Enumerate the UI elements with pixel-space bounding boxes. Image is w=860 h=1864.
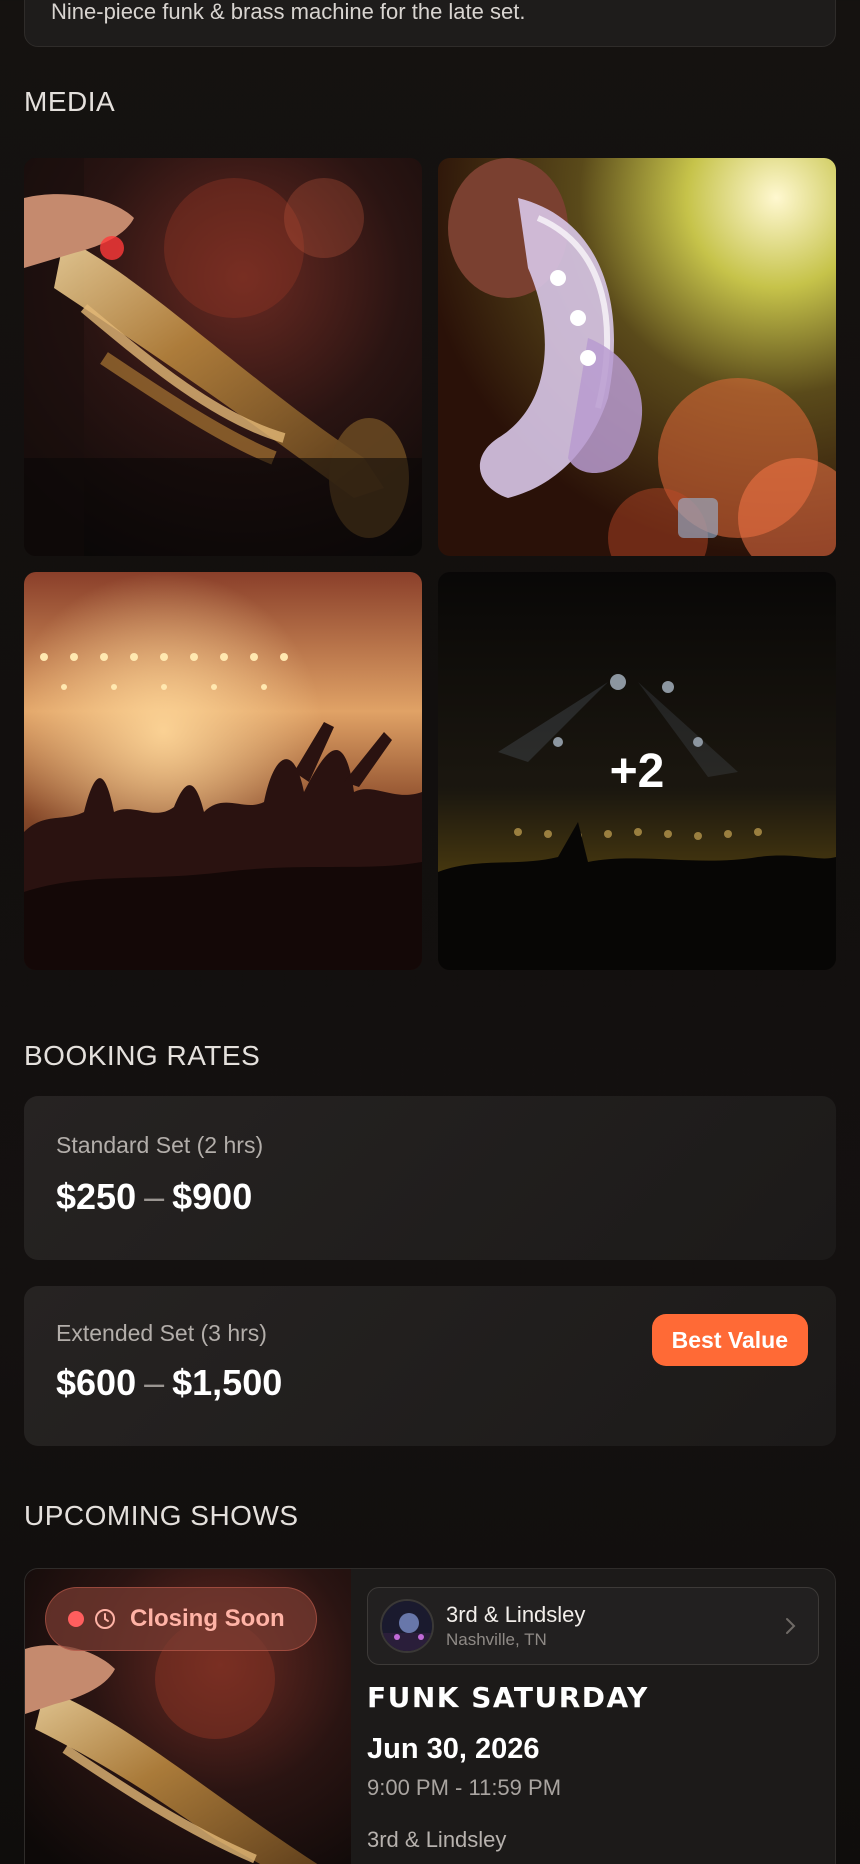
- rate-separator: –: [144, 1362, 165, 1403]
- media-tile-trumpet[interactable]: [24, 158, 422, 556]
- bio-text: Nine-piece funk & brass machine for the …: [51, 0, 526, 24]
- shows-section-title: UPCOMING SHOWS: [24, 1500, 299, 1531]
- rate-name: Standard Set (2 hrs): [56, 1132, 264, 1158]
- venue-link[interactable]: 3rd & Lindsley Nashville, TN: [367, 1587, 819, 1665]
- bio-card: Nine-piece funk & brass machine for the …: [24, 0, 836, 47]
- booking-section-title: BOOKING RATES: [24, 1040, 261, 1071]
- venue-name: 3rd & Lindsley: [446, 1602, 586, 1627]
- venue-avatar: [380, 1599, 434, 1653]
- media-tile-saxophone[interactable]: [438, 158, 836, 556]
- show-venue: 3rd & Lindsley: [367, 1827, 507, 1852]
- media-section-title: MEDIA: [24, 86, 116, 117]
- trumpet-photo: [24, 158, 422, 556]
- closing-soon-badge: Closing Soon: [45, 1587, 317, 1651]
- rate-card-standard[interactable]: Standard Set (2 hrs) $250– $900: [24, 1096, 836, 1260]
- saxophone-photo: [438, 158, 836, 556]
- venue-location: Nashville, TN: [446, 1630, 547, 1649]
- rate-name: Extended Set (3 hrs): [56, 1320, 267, 1346]
- show-title: FUNK SATURDAY: [367, 1681, 649, 1714]
- show-time: 9:00 PM - 11:59 PM: [367, 1775, 562, 1800]
- crowd-photo: [24, 572, 422, 970]
- rate-price: $600– $1,500: [56, 1362, 282, 1404]
- rate-price: $250– $900: [56, 1176, 252, 1218]
- best-value-badge: Best Value: [651, 1314, 808, 1366]
- show-card[interactable]: Closing Soon 3rd & Lindsley Nashville, T…: [24, 1568, 836, 1864]
- more-media-count: +2: [609, 744, 665, 798]
- rate-min: $600: [56, 1362, 137, 1403]
- media-tile-more[interactable]: +2: [438, 572, 836, 970]
- status-dot: [68, 1611, 84, 1627]
- chevron-right-icon: [786, 1618, 796, 1634]
- rate-min: $250: [56, 1176, 137, 1217]
- closing-soon-label: Closing Soon: [130, 1605, 285, 1632]
- rate-max: $900: [172, 1176, 253, 1217]
- clock-icon: [95, 1609, 115, 1629]
- artist-profile-page: Nine-piece funk & brass machine for the …: [0, 0, 860, 1864]
- rate-max: $1,500: [172, 1362, 283, 1403]
- venue-photo: [382, 1601, 432, 1651]
- rate-separator: –: [144, 1176, 165, 1217]
- media-tile-crowd[interactable]: [24, 572, 422, 970]
- show-date: Jun 30, 2026: [367, 1733, 540, 1765]
- rate-card-extended[interactable]: Extended Set (3 hrs) $600– $1,500 Best Va…: [24, 1286, 836, 1446]
